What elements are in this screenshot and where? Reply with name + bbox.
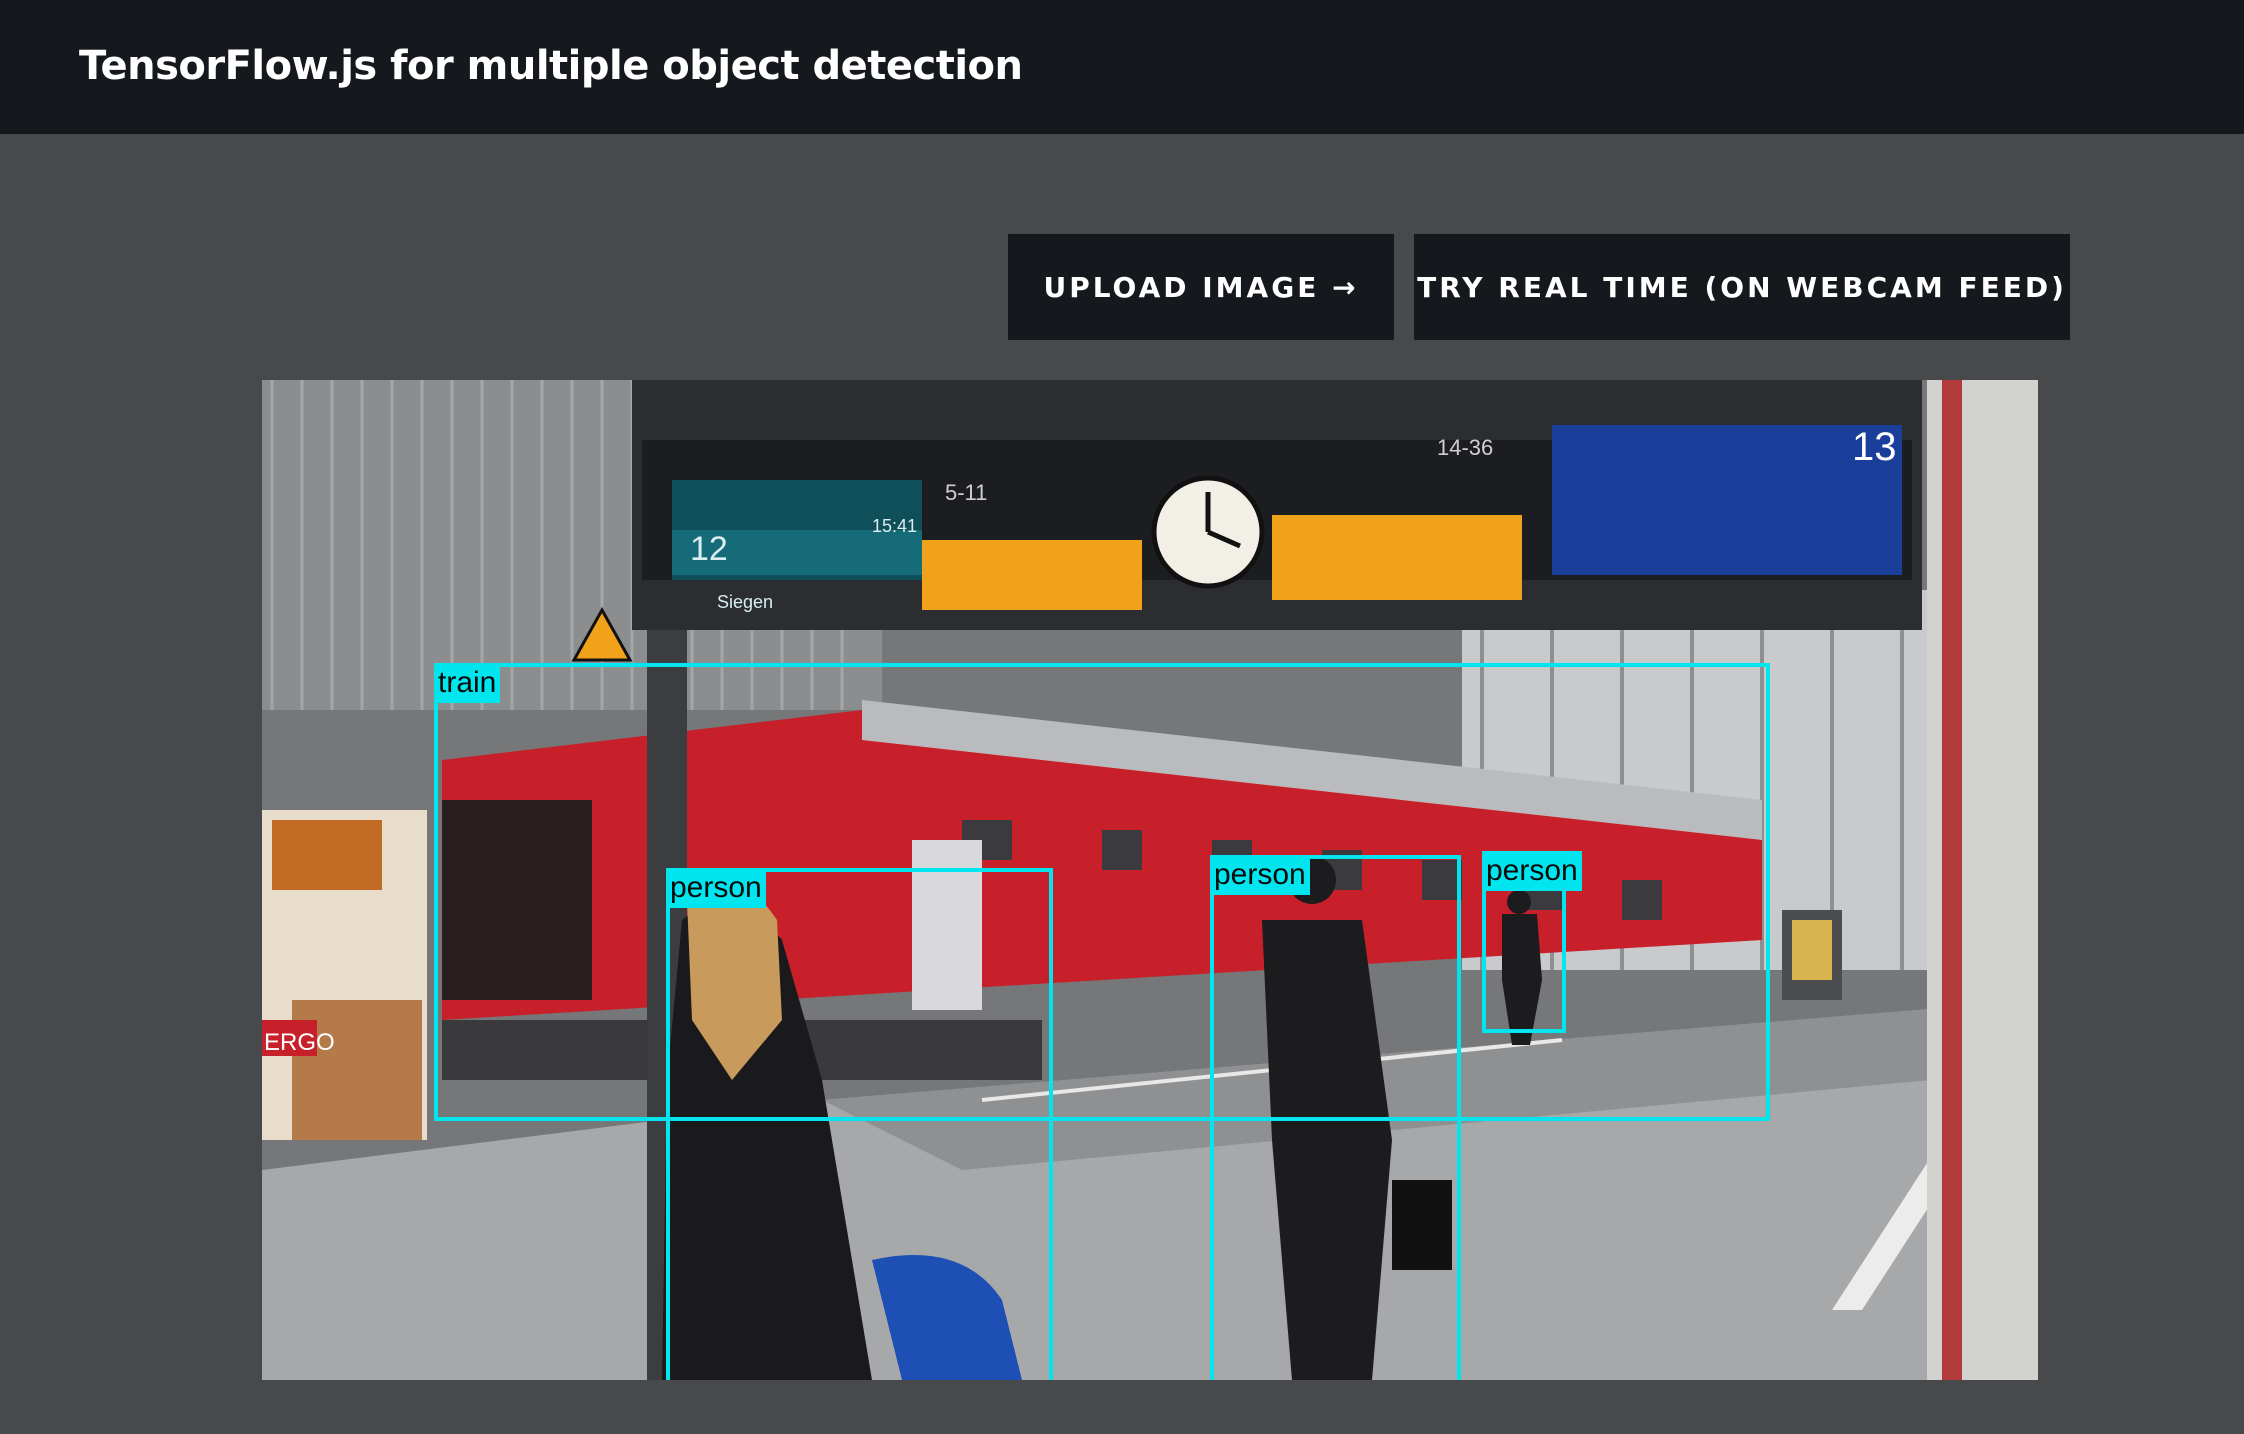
detection-box-person: person	[1482, 851, 1582, 1033]
board-right-code: 14-36	[1437, 435, 1493, 460]
detection-label: person	[666, 868, 766, 908]
webcam-feed-button[interactable]: TRY REAL TIME (ON WEBCAM FEED)	[1414, 234, 2070, 340]
detection-box-person: person	[666, 868, 1053, 1380]
page-title: TensorFlow.js for multiple object detect…	[79, 43, 1023, 89]
board-left-code: 5-11	[945, 480, 987, 505]
board-track: 13	[1852, 425, 1897, 469]
platform-number: 12	[690, 530, 728, 568]
platform-time: 15:41	[872, 516, 917, 536]
app-header: TensorFlow.js for multiple object detect…	[0, 0, 2244, 134]
detection-box-train: train	[434, 663, 1770, 1121]
platform-destination: Siegen	[717, 592, 773, 612]
upload-image-button[interactable]: UPLOAD IMAGE →	[1008, 234, 1394, 340]
detection-label: person	[1482, 851, 1582, 891]
detection-image: 12 15:41 Siegen 5-11 14-36 13 ERGO train…	[262, 380, 2038, 1380]
poster-brand: ERGO	[264, 1029, 335, 1056]
detection-label: person	[1210, 855, 1310, 895]
detection-box-person: person	[1210, 855, 1461, 1380]
detection-label: train	[434, 663, 501, 703]
